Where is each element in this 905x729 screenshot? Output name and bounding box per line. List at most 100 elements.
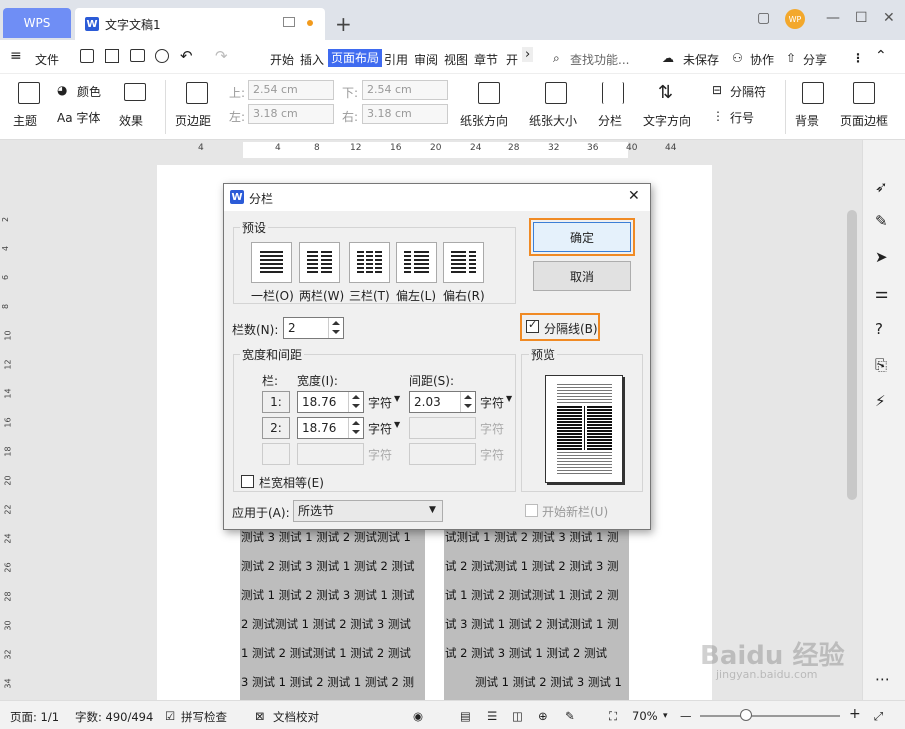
preset-two-columns[interactable] xyxy=(299,242,340,283)
word-count[interactable]: 字数: 490/494 xyxy=(75,709,153,725)
apply-to-select[interactable]: 所选节 xyxy=(293,500,443,522)
palette-icon[interactable]: ◕ xyxy=(57,83,67,97)
menu-view[interactable]: 视图 xyxy=(444,51,468,68)
background-button[interactable]: 背景 xyxy=(795,112,819,129)
zoom-in-icon[interactable]: + xyxy=(849,706,861,722)
more-icon[interactable]: ⋮ xyxy=(852,51,864,65)
zoom-slider-handle[interactable] xyxy=(740,709,752,721)
document-tab[interactable]: W 文字文稿1 xyxy=(75,8,325,40)
eye-icon[interactable]: ◉ xyxy=(413,709,423,723)
search-function[interactable]: 查找功能... xyxy=(570,51,629,68)
menu-file[interactable]: 文件 xyxy=(35,51,59,68)
preview-icon[interactable] xyxy=(155,49,169,63)
wps-home-tab[interactable]: WPS xyxy=(3,8,71,38)
columns-icon[interactable] xyxy=(602,82,624,104)
plugin-icon[interactable]: ⚡ xyxy=(875,392,886,410)
column-1-width-unit[interactable]: 字符 xyxy=(368,394,392,411)
write-icon[interactable]: ✎ xyxy=(565,709,575,723)
color-button[interactable]: 颜色 xyxy=(77,83,101,100)
zoom-dropdown-icon[interactable]: ▾ xyxy=(663,711,668,721)
effect-button[interactable]: 效果 xyxy=(119,112,143,129)
paper-size-button[interactable]: 纸张大小 xyxy=(529,112,577,129)
maximize-button[interactable]: ☐ xyxy=(855,10,868,26)
cancel-button[interactable]: 取消 xyxy=(533,261,631,291)
vertical-scrollbar[interactable] xyxy=(843,160,862,700)
zoom-level[interactable]: 70% xyxy=(632,709,658,723)
effect-icon[interactable] xyxy=(124,83,146,101)
layout-icon[interactable]: ▢ xyxy=(757,10,770,26)
close-window-button[interactable]: ✕ xyxy=(883,10,895,26)
bottom-margin-field[interactable]: 2.54 cm xyxy=(362,80,448,100)
left-margin-field[interactable]: 3.18 cm xyxy=(248,104,334,124)
redo-icon[interactable]: ↷ xyxy=(215,47,228,65)
text-direction-button[interactable]: 文字方向 xyxy=(643,112,691,129)
vertical-ruler[interactable]: 2 4 6 8 10 12 14 16 18 20 22 24 26 28 30… xyxy=(0,160,14,700)
preset-left[interactable] xyxy=(396,242,437,283)
columns-count-spinner[interactable] xyxy=(328,318,343,338)
page-border-button[interactable]: 页面边框 xyxy=(840,112,888,129)
menu-home[interactable]: 开始 xyxy=(270,51,294,68)
caret-down-icon[interactable]: ▼ xyxy=(394,420,400,429)
collaborate-button[interactable]: 协作 xyxy=(750,51,774,68)
background-icon[interactable] xyxy=(802,82,824,104)
preset-three-columns[interactable] xyxy=(349,242,390,283)
separator-checkbox[interactable]: ✓ xyxy=(526,318,539,333)
column-1-spacing-unit[interactable]: 字符 xyxy=(480,394,504,411)
chevron-up-icon[interactable]: ⌃ xyxy=(875,48,887,64)
avatar[interactable]: WP xyxy=(785,9,805,29)
paper-size-icon[interactable] xyxy=(545,82,567,104)
settings-sliders-icon[interactable]: ⚌ xyxy=(875,284,888,302)
zoom-slider[interactable] xyxy=(700,715,840,717)
menu-insert[interactable]: 插入 xyxy=(300,51,324,68)
page-count[interactable]: 页面: 1/1 xyxy=(10,709,59,725)
column-1-width-spinner[interactable] xyxy=(348,392,363,412)
read-mode-icon[interactable]: ◫ xyxy=(512,709,523,723)
document-proof-button[interactable]: 文档校对 xyxy=(273,709,319,725)
zoom-out-icon[interactable]: — xyxy=(680,709,692,723)
line-number-button[interactable]: 行号 xyxy=(730,109,754,126)
spell-check-button[interactable]: 拼写检查 xyxy=(181,709,227,725)
more-dots-icon[interactable]: ⋯ xyxy=(875,670,890,688)
margin-icon[interactable] xyxy=(186,82,208,104)
chevron-right-icon[interactable]: › xyxy=(522,47,534,62)
page-border-icon[interactable] xyxy=(853,82,875,104)
dialog-title-bar[interactable]: W 分栏 ✕ xyxy=(224,184,650,211)
unsaved-button[interactable]: 未保存 xyxy=(683,51,719,68)
outline-view-icon[interactable]: ☰ xyxy=(487,709,497,723)
fit-page-icon[interactable]: ⛶ xyxy=(609,709,617,724)
undo-icon[interactable]: ↶ xyxy=(180,47,193,65)
margin-button[interactable]: 页边距 xyxy=(175,112,211,129)
share-button[interactable]: 分享 xyxy=(803,51,827,68)
new-tab-button[interactable]: + xyxy=(335,12,352,36)
preset-right[interactable] xyxy=(443,242,484,283)
minimize-button[interactable]: — xyxy=(826,10,840,26)
dialog-close-icon[interactable]: ✕ xyxy=(628,188,640,204)
print-icon[interactable] xyxy=(130,49,145,62)
columns-button[interactable]: 分栏 xyxy=(598,112,622,129)
share-doc-icon[interactable]: ⎘ xyxy=(875,356,887,374)
help-icon[interactable]: ? xyxy=(875,320,883,338)
font-button[interactable]: Aa 字体 xyxy=(57,109,100,126)
ok-button[interactable]: 确定 xyxy=(533,222,631,252)
theme-icon[interactable] xyxy=(18,82,40,104)
equal-width-checkbox[interactable] xyxy=(241,475,254,488)
monitor-icon[interactable] xyxy=(283,17,295,27)
text-direction-icon[interactable]: ⇅ xyxy=(658,82,673,103)
menu-developer[interactable]: 开 xyxy=(506,51,518,68)
scrollbar-thumb[interactable] xyxy=(847,210,857,500)
caret-down-icon[interactable]: ▼ xyxy=(506,394,512,403)
rocket-icon[interactable]: ➶ xyxy=(875,178,888,196)
column-2-width-unit[interactable]: 字符 xyxy=(368,420,392,437)
horizontal-ruler[interactable]: 4 4 8 12 16 20 24 28 32 36 40 44 xyxy=(0,140,862,160)
menu-chapter[interactable]: 章节 xyxy=(474,51,498,68)
chevron-down-icon[interactable]: ▼ xyxy=(429,505,436,515)
export-icon[interactable] xyxy=(105,49,119,63)
preset-one-column[interactable] xyxy=(251,242,292,283)
theme-button[interactable]: 主题 xyxy=(13,112,37,129)
hamburger-icon[interactable]: ≡ xyxy=(10,48,22,64)
separator-button[interactable]: 分隔符 xyxy=(730,83,766,100)
orientation-button[interactable]: 纸张方向 xyxy=(460,112,508,129)
top-margin-field[interactable]: 2.54 cm xyxy=(248,80,334,100)
pen-icon[interactable]: ✎ xyxy=(875,212,888,230)
right-margin-field[interactable]: 3.18 cm xyxy=(362,104,448,124)
